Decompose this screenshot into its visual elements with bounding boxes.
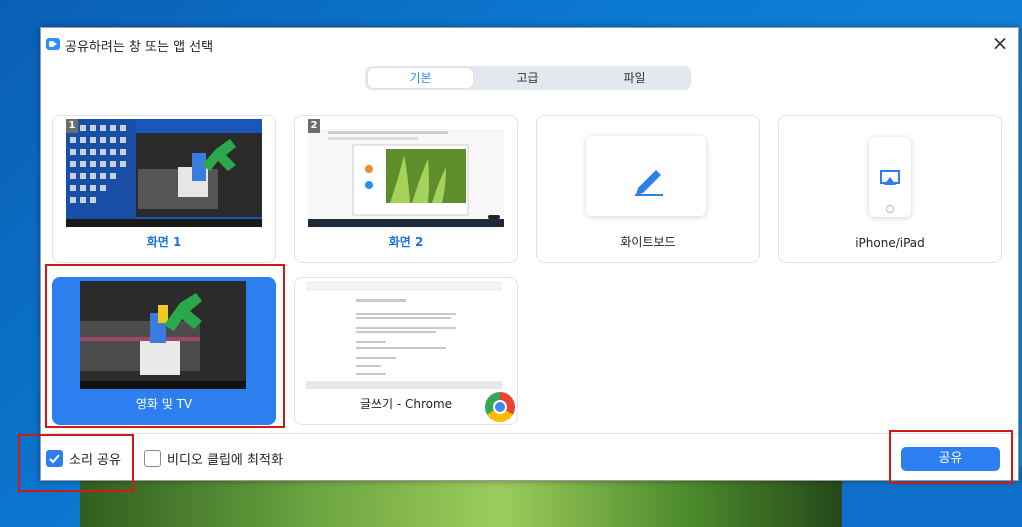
phone-preview xyxy=(869,137,911,217)
tab-bar: 기본 고급 파일 xyxy=(365,66,691,90)
chrome-thumbnail xyxy=(306,281,502,389)
home-button-icon xyxy=(886,205,894,213)
source-label: 화이트보드 xyxy=(620,235,676,249)
dialog-title: 공유하려는 창 또는 앱 선택 xyxy=(65,40,214,55)
highlight-box xyxy=(45,264,285,428)
close-button[interactable]: × xyxy=(990,32,1010,54)
optimize-video-label[interactable]: 비디오 클립에 최적화 xyxy=(167,449,283,468)
chrome-icon xyxy=(485,392,515,422)
screen-2-thumbnail: 2 xyxy=(308,119,504,227)
screen-number-badge: 1 xyxy=(66,119,78,133)
source-whiteboard[interactable]: 화이트보드 xyxy=(536,115,760,263)
highlight-box xyxy=(889,430,1013,484)
screen-number-badge: 2 xyxy=(308,119,320,133)
options-bar: 소리 공유 비디오 클립에 최적화 공유 xyxy=(41,433,1018,480)
source-label: 글쓰기 - Chrome xyxy=(359,397,453,411)
screen-1-thumbnail: 1 xyxy=(66,119,262,227)
title-bar: 공유하려는 창 또는 앱 선택 × xyxy=(41,28,1018,60)
airplay-icon xyxy=(880,170,900,185)
source-label: 화면 2 xyxy=(388,235,424,249)
pencil-icon xyxy=(635,170,663,196)
tab-basic[interactable]: 기본 xyxy=(368,68,473,88)
whiteboard-preview xyxy=(586,136,706,216)
share-dialog: 공유하려는 창 또는 앱 선택 × 기본 고급 파일 1 화면 1 2 화면 2… xyxy=(40,27,1019,481)
source-chrome[interactable]: 글쓰기 - Chrome xyxy=(294,277,518,425)
highlight-box xyxy=(18,434,134,492)
optimize-video-checkbox[interactable] xyxy=(144,450,161,467)
source-label: 화면 1 xyxy=(146,235,182,249)
source-screen-1[interactable]: 1 화면 1 xyxy=(52,115,276,263)
zoom-camera-icon xyxy=(46,38,60,50)
tab-advanced[interactable]: 고급 xyxy=(475,68,580,88)
source-iphone-ipad[interactable]: iPhone/iPad xyxy=(778,115,1002,263)
tab-files[interactable]: 파일 xyxy=(582,68,687,88)
source-screen-2[interactable]: 2 화면 2 xyxy=(294,115,518,263)
source-label: iPhone/iPad xyxy=(855,236,925,250)
